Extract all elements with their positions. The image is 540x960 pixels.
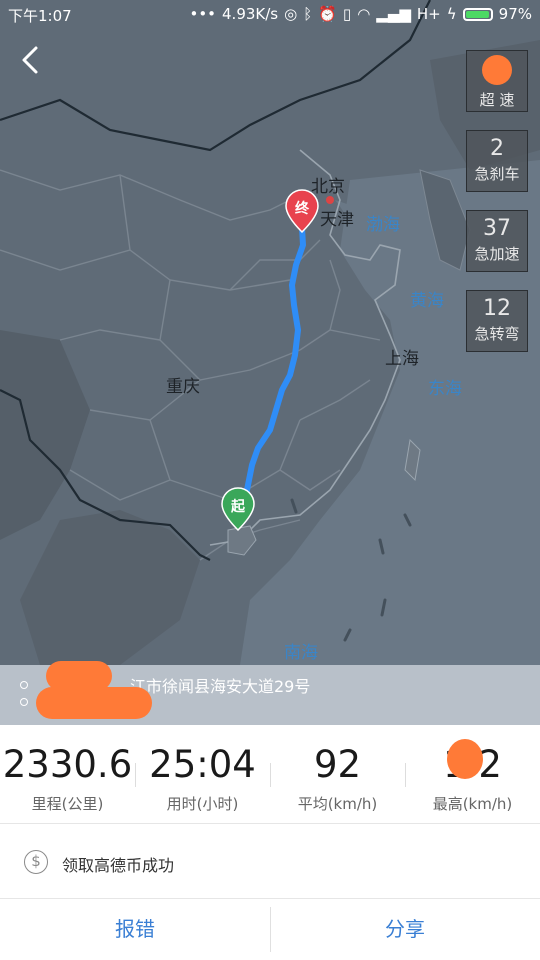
end-dot-icon [20,698,28,706]
status-time: 下午1:07 [8,7,72,25]
city-tianjin: 天津 [320,210,354,230]
stat-label: 平均(km/h) [297,795,378,813]
signal-icon: ▂▄▆ [376,5,411,23]
share-button[interactable]: 分享 [270,899,540,960]
start-dot-icon [20,681,28,689]
coin-message: 领取高德币成功 [62,856,175,875]
hard-brake-button[interactable]: 2 急刹车 [466,130,528,192]
bottom-action-bar: 报错 分享 [0,899,540,960]
stat-duration: 25:04 用时(小时) [135,725,270,823]
sharp-turn-label: 急转弯 [474,325,520,343]
stat-max-speed: 1 2 最高(km/h) [405,725,540,823]
start-address: 江市徐闻县海安大道29号 [130,677,311,696]
sea-yellow: 黄海 [410,291,444,311]
charging-icon: ϟ [446,5,457,23]
stat-value: 2330.6 [2,743,133,786]
hard-brake-count: 2 [490,136,504,161]
network-type: H+ [416,5,441,23]
hard-accel-label: 急加速 [474,245,520,263]
city-shanghai: 上海 [385,349,419,369]
stat-value: 92 [313,743,362,786]
chevron-left-icon [22,46,38,74]
status-icons: ••• 4.93K/s ◎ ᛒ ⏰ ▯ ◠ ▂▄▆ H+ ϟ 97% [189,5,532,23]
overspeed-count [467,55,527,87]
report-error-button[interactable]: 报错 [0,899,270,960]
stat-distance: 2330.6 里程(公里) [0,725,135,823]
sharp-turn-count: 12 [483,296,511,321]
sea-bohai: 渤海 [366,215,400,235]
stat-label: 里程(公里) [31,795,104,813]
address-bar: 江市徐闻县海安大道29号 [0,661,540,725]
city-beijing: 北京 [311,177,345,197]
back-button[interactable] [14,42,48,78]
stat-average-speed: 92 平均(km/h) [270,725,405,823]
hard-brake-label: 急刹车 [474,165,520,183]
battery-percent: 97% [498,5,532,23]
vibrate-icon: ▯ [342,5,352,23]
dollar-coin-icon: $ [24,850,48,874]
battery-fill [465,10,489,18]
end-marker-label: 终 [295,201,309,217]
map-background [0,0,540,665]
network-speed: 4.93K/s [222,5,279,23]
battery-icon [462,7,493,21]
city-chongqing: 重庆 [166,377,200,397]
route-map[interactable]: 终 起 北京 天津 上海 重庆 渤海 黄海 东海 南海 超 速 2 急刹车 37… [0,0,540,665]
more-dots-icon: ••• [189,5,217,23]
status-bar: 下午1:07 ••• 4.93K/s ◎ ᛒ ⏰ ▯ ◠ ▂▄▆ H+ ϟ 97… [0,0,540,28]
wifi-icon: ◠ [357,5,371,23]
coin-reward-row[interactable]: $ 领取高德币成功 [0,823,540,899]
alarm-icon: ⏰ [318,5,337,23]
sea-south: 南海 [284,643,318,663]
redaction-mark [447,739,483,779]
stat-value: 25:04 [149,743,256,786]
hard-accel-count: 37 [483,216,511,241]
hard-accel-button[interactable]: 37 急加速 [466,210,528,272]
overspeed-button[interactable]: 超 速 [466,50,528,112]
sea-east: 东海 [428,379,462,399]
trip-stats: 2330.6 里程(公里) 25:04 用时(小时) 92 平均(km/h) 1… [0,725,540,823]
sharp-turn-button[interactable]: 12 急转弯 [466,290,528,352]
overspeed-label: 超 速 [479,91,515,109]
start-marker-label: 起 [231,499,245,515]
redaction-mark [36,687,152,719]
redaction-mark [482,55,512,85]
stat-label: 用时(小时) [166,795,239,813]
bluetooth-icon: ᛒ [303,5,313,23]
stat-label: 最高(km/h) [432,795,513,813]
hotspot-icon: ◎ [284,5,298,23]
